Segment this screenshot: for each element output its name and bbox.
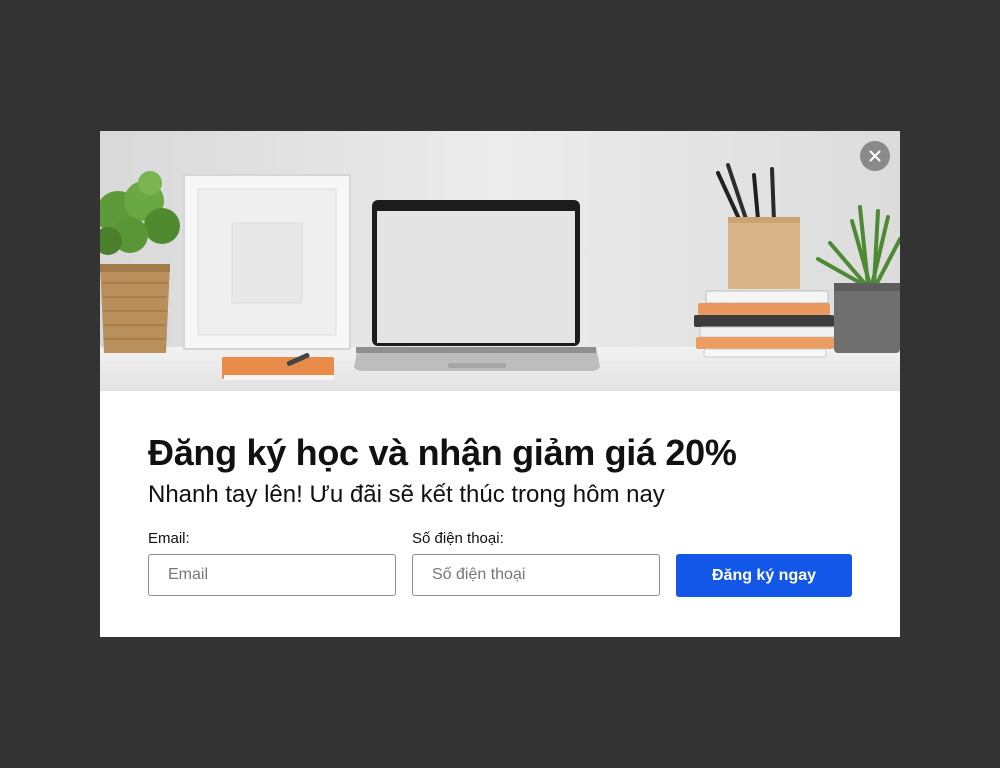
hero-image (100, 131, 900, 391)
phone-input[interactable] (412, 554, 660, 596)
phone-field-group: Số điện thoại: (412, 529, 660, 596)
popup-title: Đăng ký học và nhận giảm giá 20% (148, 432, 737, 473)
email-input[interactable] (148, 554, 396, 596)
phone-label: Số điện thoại: (412, 530, 504, 547)
email-label: Email: (148, 530, 190, 547)
close-icon (869, 150, 881, 162)
popup-subtitle: Nhanh tay lên! Ưu đãi sẽ kết thúc trong … (148, 481, 665, 508)
popup-content: Đăng ký học và nhận giảm giá 20% Nhanh t… (148, 431, 852, 512)
email-field-group: Email: (148, 529, 396, 596)
signup-form: Email: Số điện thoại: Đăng ký ngay (148, 529, 852, 599)
register-button[interactable]: Đăng ký ngay (676, 554, 852, 597)
close-button[interactable] (860, 141, 890, 171)
